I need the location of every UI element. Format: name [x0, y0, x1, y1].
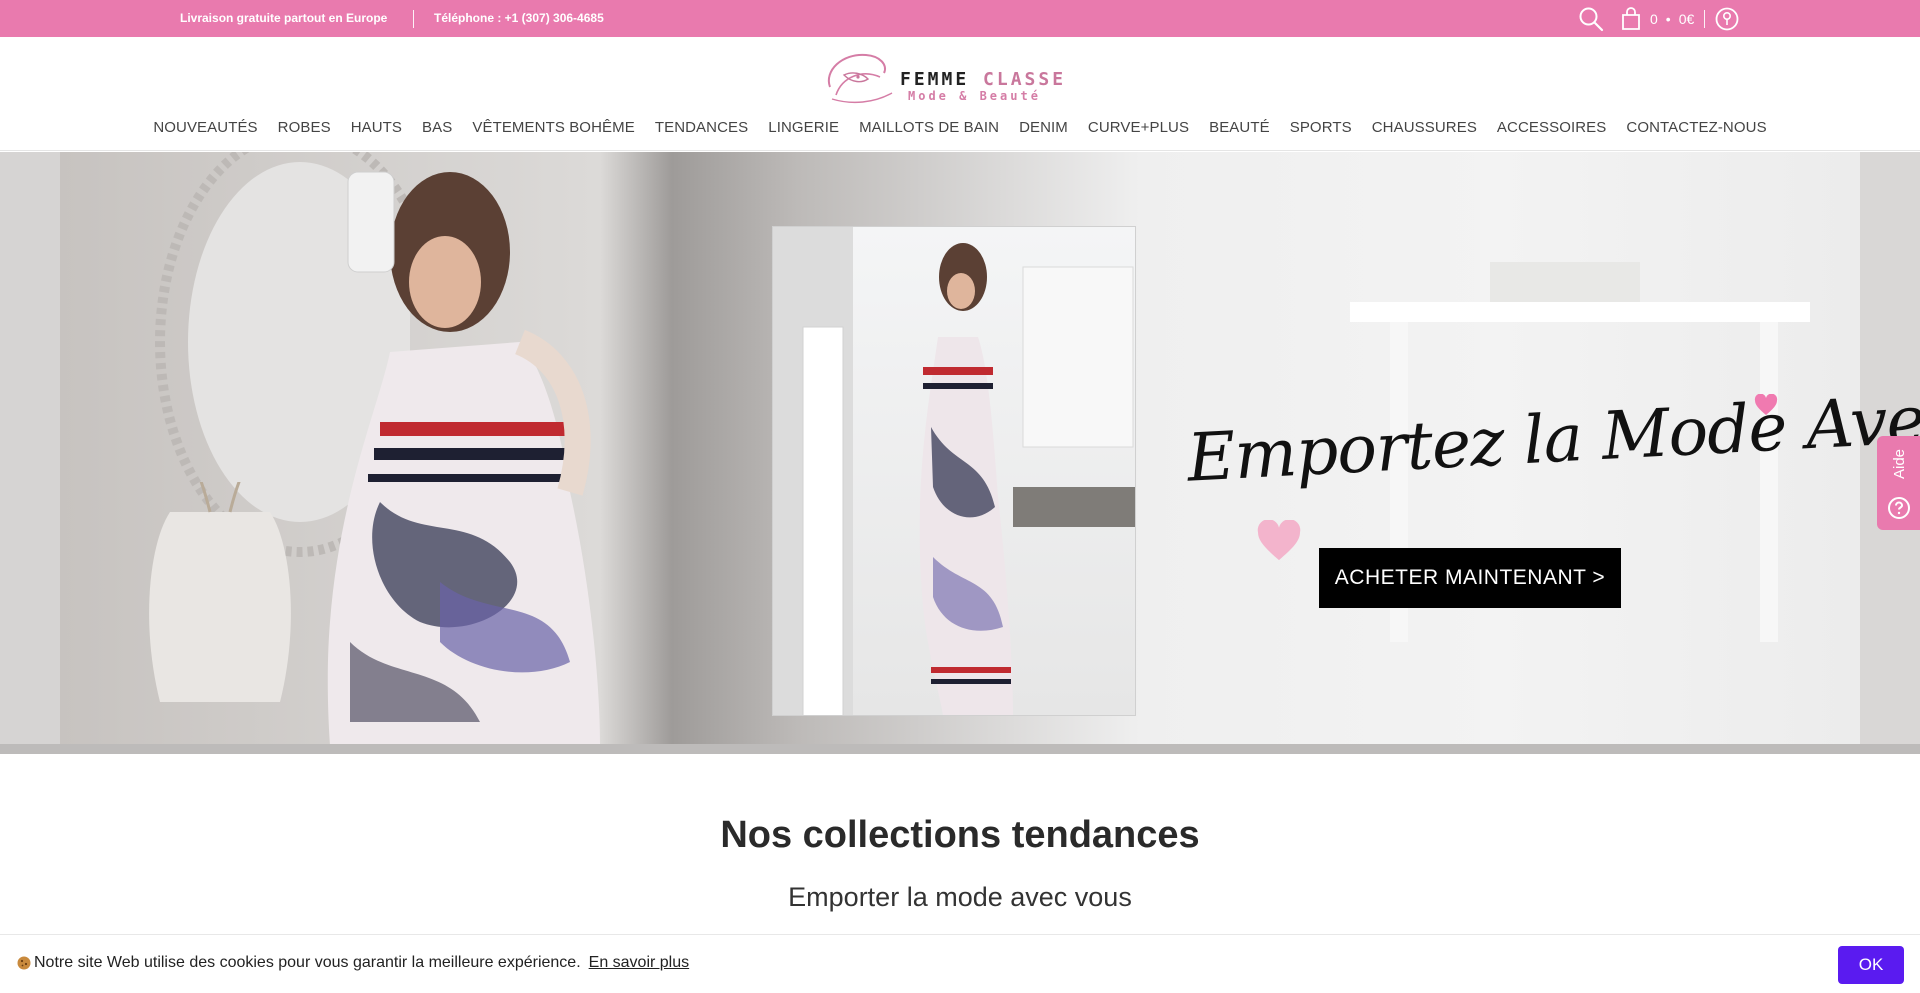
shop-now-button[interactable]: ACHETER MAINTENANT > [1319, 548, 1621, 608]
logo[interactable]: FEMME CLASSE Mode & Beauté [822, 47, 1072, 105]
announcement-bar: Livraison gratuite partout en Europe Tél… [0, 0, 1920, 37]
cookie-accept-button[interactable]: OK [1838, 946, 1904, 984]
shipping-info: Livraison gratuite partout en Europe [180, 11, 388, 25]
help-tab[interactable]: Aide [1877, 436, 1920, 530]
cart-total[interactable]: 0€ [1679, 11, 1695, 27]
heart-icon [1754, 394, 1778, 415]
logo-subtitle: Mode & Beauté [908, 89, 1041, 103]
collections-subtitle: Emporter la mode avec vous [788, 882, 1132, 912]
heart-icon [1257, 520, 1301, 561]
cookie-banner: Notre site Web utilise des cookies pour … [0, 934, 1920, 993]
cookie-message-row: Notre site Web utilise des cookies pour … [16, 954, 689, 972]
phone-info: Téléphone : +1 (307) 306-4685 [434, 11, 604, 25]
cookie-text: Notre site Web utilise des cookies pour … [34, 954, 581, 971]
nav-item-nouveautes[interactable]: NOUVEAUTÉS [153, 119, 257, 136]
cart-count[interactable]: 0 [1650, 11, 1658, 27]
account-icon[interactable] [1715, 7, 1739, 31]
nav-item-denim[interactable]: DENIM [1019, 119, 1068, 136]
model-photo-secondary [772, 226, 1136, 716]
cookie-icon [16, 955, 32, 971]
cart-icon[interactable] [1620, 6, 1642, 31]
nav-item-tendances[interactable]: TENDANCES [655, 119, 748, 136]
nav-item-robes[interactable]: ROBES [278, 119, 331, 136]
site-header: FEMME CLASSE Mode & Beauté NOUVEAUTÉS RO… [0, 37, 1920, 151]
learn-more-link[interactable]: En savoir plus [589, 954, 690, 972]
nav-item-chaussures[interactable]: CHAUSSURES [1372, 119, 1477, 136]
main-navigation: NOUVEAUTÉS ROBES HAUTS BAS VÊTEMENTS BOH… [0, 119, 1920, 136]
nav-item-bas[interactable]: BAS [422, 119, 452, 136]
nav-item-lingerie[interactable]: LINGERIE [768, 119, 839, 136]
nav-item-hauts[interactable]: HAUTS [351, 119, 402, 136]
collections-title: Nos collections tendances [720, 814, 1200, 856]
help-label: Aide [1890, 448, 1908, 480]
nav-item-maillots-de-bain[interactable]: MAILLOTS DE BAIN [859, 119, 999, 136]
hero-edge [0, 152, 60, 744]
nav-item-beaute[interactable]: BEAUTÉ [1209, 119, 1270, 136]
nav-item-curve-plus[interactable]: CURVE+PLUS [1088, 119, 1189, 136]
nav-item-accessoires[interactable]: ACCESSOIRES [1497, 119, 1606, 136]
nav-item-sports[interactable]: SPORTS [1290, 119, 1352, 136]
cart-dot: • [1665, 10, 1671, 27]
hero-bottom-band [0, 744, 1920, 754]
divider [413, 10, 414, 28]
help-icon [1887, 496, 1911, 520]
logo-mark-icon [827, 53, 893, 104]
nav-item-vetements-boheme[interactable]: VÊTEMENTS BOHÊME [472, 119, 634, 136]
hero-banner[interactable]: Emportez la Mode Avec Vous ACHETER MAINT… [0, 152, 1920, 754]
nav-item-contactez-nous[interactable]: CONTACTEZ-NOUS [1626, 119, 1766, 136]
model-photo-main [327, 171, 600, 744]
logo-title: FEMME CLASSE [900, 69, 1067, 90]
divider [1704, 9, 1706, 28]
search-icon[interactable] [1578, 6, 1604, 32]
